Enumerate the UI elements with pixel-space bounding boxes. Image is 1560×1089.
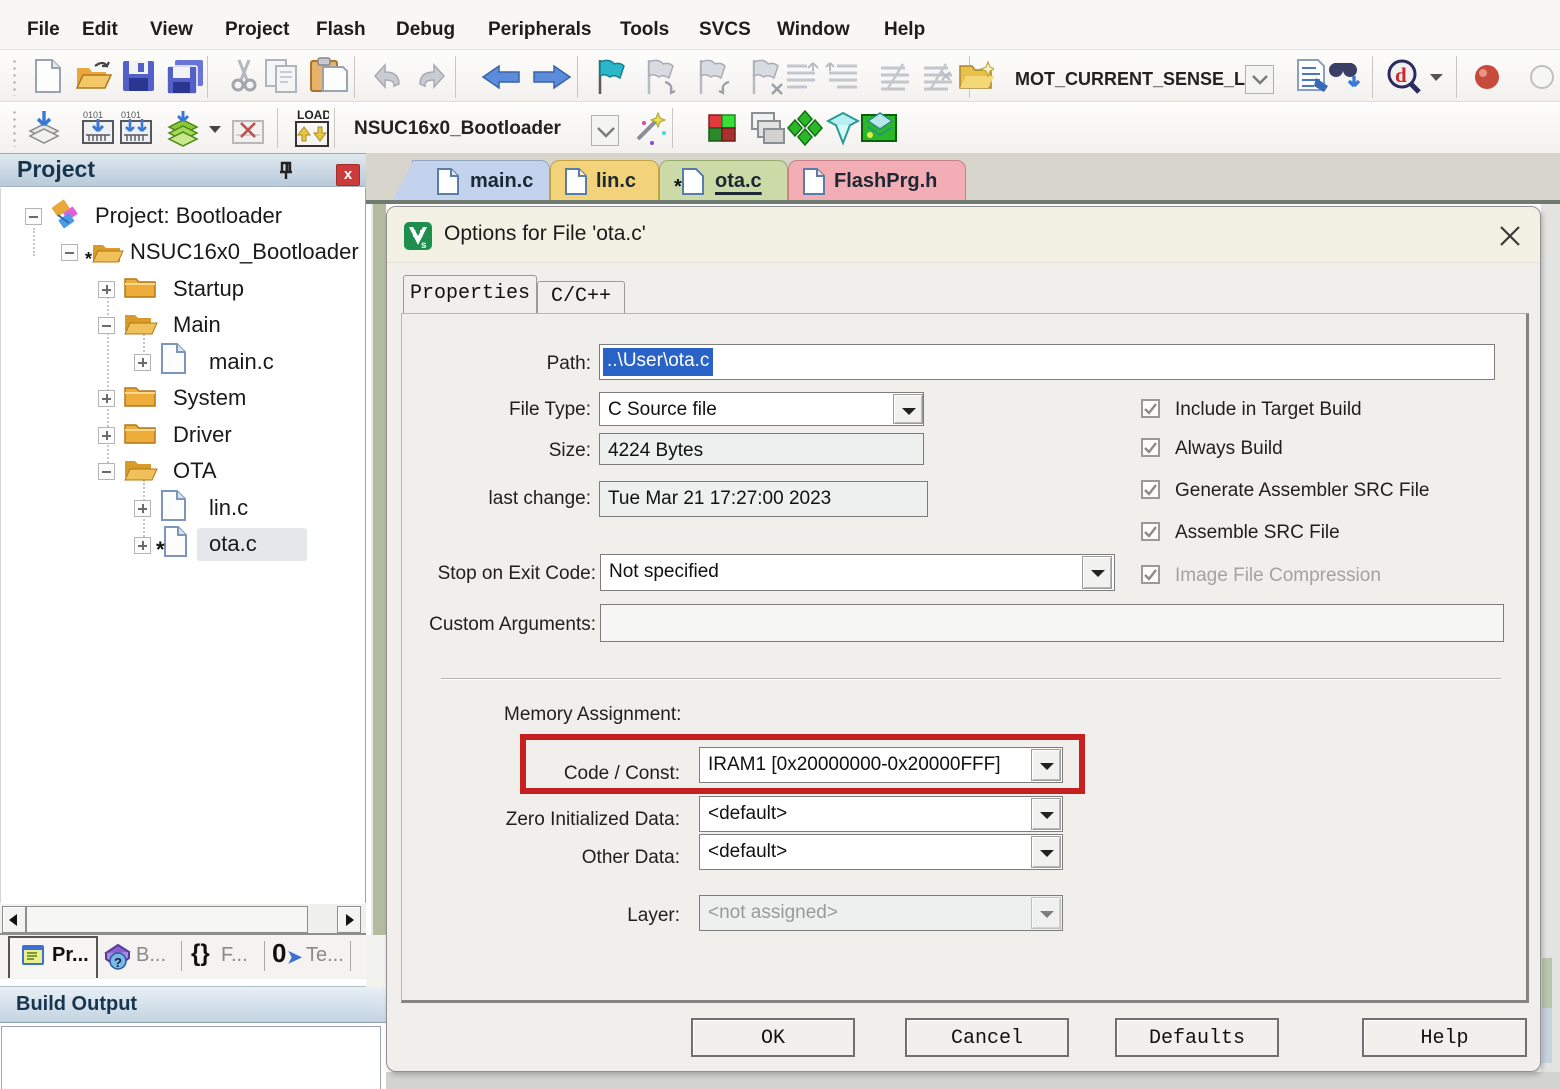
svg-text:*: * xyxy=(156,537,165,560)
svg-text:*: * xyxy=(674,176,682,196)
svg-text:?: ? xyxy=(114,955,122,970)
svg-text:0101: 0101 xyxy=(121,110,141,120)
svg-text:0101: 0101 xyxy=(83,110,103,120)
svg-text:s: s xyxy=(421,240,427,250)
svg-text:LOAD: LOAD xyxy=(297,108,329,122)
svg-text:d: d xyxy=(1395,63,1407,87)
svg-text:*: * xyxy=(85,249,92,267)
